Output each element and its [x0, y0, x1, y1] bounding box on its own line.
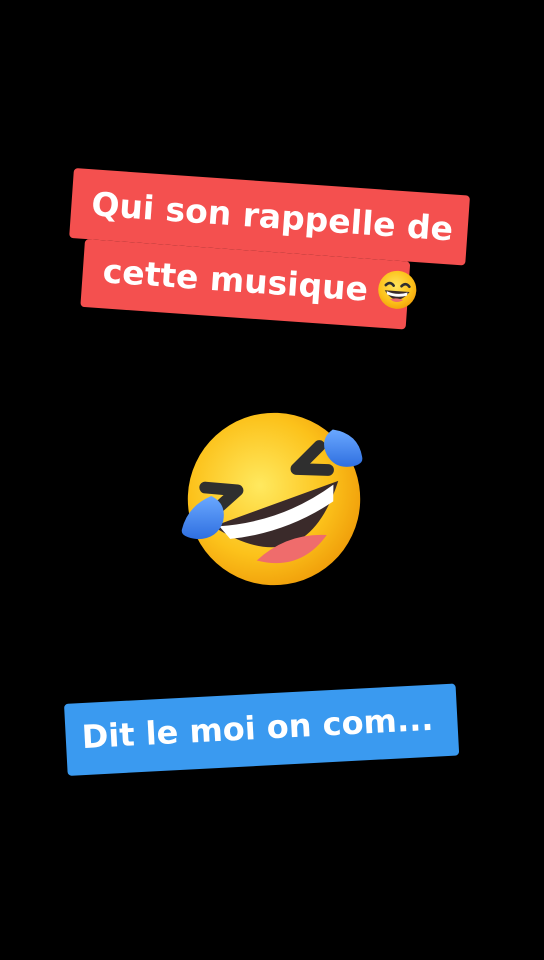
bottom-caption: Dit le moi on com...	[64, 683, 460, 776]
top-caption-line-2: cette musique	[101, 251, 370, 309]
top-caption: Qui son rappelle de cette musique	[64, 168, 471, 333]
rolling-on-floor-laughing-icon	[181, 412, 363, 586]
grinning-squinting-face-icon	[377, 270, 417, 309]
video-screen: { "overlay": { "top_caption": { "line1":…	[0, 0, 544, 960]
